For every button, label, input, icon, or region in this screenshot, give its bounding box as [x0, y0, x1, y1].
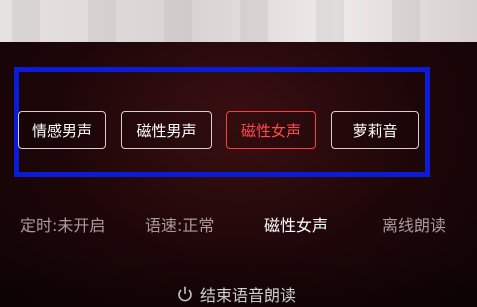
voice-option-label: 磁性女声	[240, 121, 301, 140]
voice-option-label: 磁性男声	[136, 121, 197, 140]
timer-setting[interactable]: 定时:未开启	[20, 212, 105, 238]
voice-option-magnetic-male[interactable]: 磁性男声	[121, 111, 212, 149]
power-icon	[176, 285, 194, 303]
voice-option-label: 萝莉音	[352, 121, 398, 140]
end-reading-label: 结束语音朗读	[200, 286, 297, 305]
current-voice-setting[interactable]: 磁性女声	[264, 212, 328, 238]
offline-reading-setting[interactable]: 离线朗读	[382, 212, 446, 238]
voice-option-loli[interactable]: 萝莉音	[331, 111, 419, 149]
speed-setting[interactable]: 语速:正常	[145, 212, 214, 238]
voice-option-magnetic-female[interactable]: 磁性女声	[226, 111, 316, 149]
end-reading-button[interactable]: 结束语音朗读	[176, 281, 296, 307]
obscured-text	[8, 14, 477, 42]
voice-option-label: 情感男声	[31, 121, 92, 140]
voice-option-emotional-male[interactable]: 情感男声	[18, 111, 106, 149]
obscured-header	[0, 0, 477, 42]
